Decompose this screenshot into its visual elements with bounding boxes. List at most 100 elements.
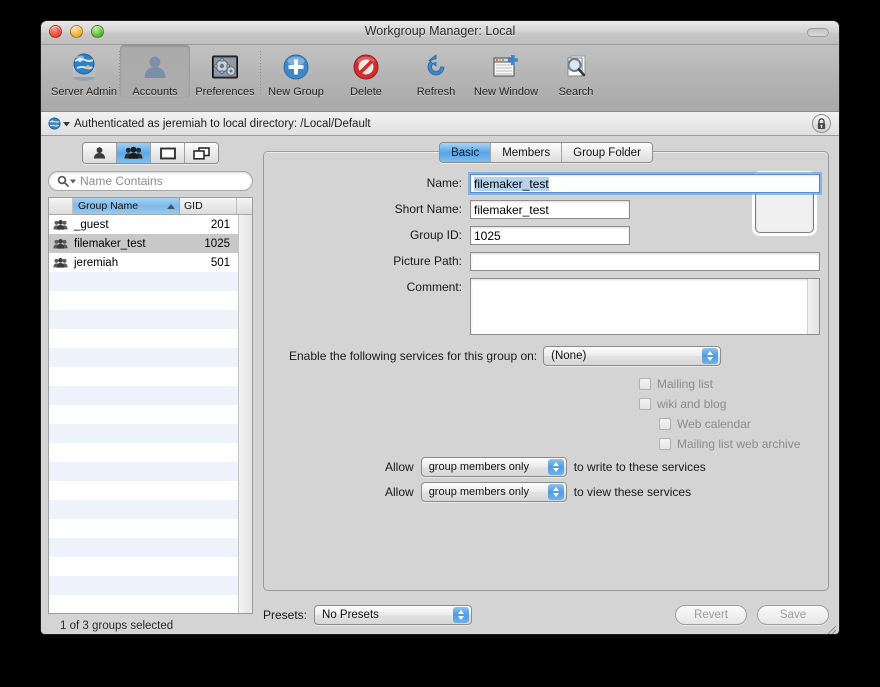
group-gid-cell: 1025	[204, 237, 230, 250]
detail-pane: Basic Members Group Folder Name: filemak…	[259, 136, 839, 635]
checkbox-row-wiki-and-blog[interactable]: wiki and blog	[639, 394, 828, 414]
group-list-body: _guest 201 filemaker_test 1025 jeremiah …	[49, 215, 252, 613]
table-row[interactable]: _guest 201	[49, 215, 252, 234]
toolbar: Server Admin Accounts Preferences New Gr…	[41, 45, 839, 112]
checkbox-row-web-calendar[interactable]: Web calendar	[639, 414, 828, 434]
title-bar[interactable]: Workgroup Manager: Local	[41, 21, 839, 45]
mailing-list-checkbox[interactable]	[639, 378, 651, 390]
group-row-icon	[49, 257, 72, 269]
globe-icon[interactable]	[48, 117, 61, 130]
header-pad-column	[237, 198, 252, 214]
groups-icon	[53, 238, 68, 249]
short-name-input[interactable]: filemaker_test	[470, 200, 630, 219]
empty-row	[49, 538, 252, 557]
selection-status-text: 1 of 3 groups selected	[60, 620, 174, 632]
empty-row	[49, 329, 252, 348]
tab-group[interactable]: Basic Members Group Folder	[439, 142, 653, 163]
allow-view-suffix: to view these services	[573, 484, 692, 499]
resize-grip[interactable]	[824, 623, 837, 635]
toolbar-item-refresh[interactable]: Refresh	[401, 45, 471, 98]
user-silhouette-icon	[140, 50, 170, 84]
user-icon	[93, 147, 106, 159]
empty-row	[49, 500, 252, 519]
segment-users[interactable]	[83, 143, 117, 163]
status-bar: 1 of 3 groups selected	[48, 614, 253, 634]
toolbar-item-new-window[interactable]: New Window	[471, 45, 541, 98]
allow-view-popup[interactable]: group members only	[420, 481, 567, 502]
checkbox-row-mailing-list[interactable]: Mailing list	[639, 374, 828, 394]
group-list-header: Group Name GID	[49, 198, 252, 215]
group-name-cell: jeremiah	[74, 256, 119, 269]
segment-computers[interactable]	[151, 143, 185, 163]
comment-label: Comment:	[406, 280, 462, 294]
popup-arrows-icon	[547, 458, 564, 475]
group-id-value: 1025	[474, 229, 501, 243]
toolbar-item-search[interactable]: Search	[541, 45, 611, 98]
screen: Workgroup Manager: Local Server Admin Ac…	[0, 0, 880, 687]
segment-computer-groups[interactable]	[185, 143, 218, 163]
presets-value: No Presets	[322, 609, 379, 621]
refresh-arrow-icon	[421, 50, 451, 84]
computer-group-icon	[193, 146, 210, 160]
empty-row	[49, 557, 252, 576]
name-label: Name:	[426, 176, 462, 190]
toolbar-toggle-button[interactable]	[807, 28, 829, 37]
table-row[interactable]: filemaker_test 1025	[49, 234, 252, 253]
tab-label: Basic	[451, 146, 480, 159]
account-type-segmented-control[interactable]	[82, 142, 219, 164]
toolbar-item-server-admin[interactable]: Server Admin	[49, 45, 119, 98]
group-row-icon	[49, 219, 72, 231]
toolbar-item-delete[interactable]: Delete	[331, 45, 401, 98]
table-row[interactable]: jeremiah 501	[49, 253, 252, 272]
toolbar-item-accounts[interactable]: Accounts	[120, 45, 190, 98]
basic-panel: Name: filemaker_test Short Name: filemak…	[263, 151, 829, 591]
toolbar-item-preferences[interactable]: Preferences	[190, 45, 260, 98]
web-calendar-checkbox[interactable]	[659, 418, 671, 430]
column-header-label: GID	[184, 200, 203, 212]
picture-path-input[interactable]	[470, 252, 820, 271]
comment-scrollbar[interactable]	[807, 279, 819, 334]
empty-row	[49, 405, 252, 424]
save-button[interactable]: Save	[757, 605, 829, 625]
save-label: Save	[779, 609, 807, 621]
allow-write-popup[interactable]: group members only	[420, 456, 567, 477]
tab-basic[interactable]: Basic	[440, 143, 492, 162]
revert-button[interactable]: Revert	[675, 605, 747, 625]
comment-textarea[interactable]	[470, 278, 820, 335]
wiki-and-blog-checkbox[interactable]	[639, 398, 651, 410]
search-icon[interactable]	[57, 175, 69, 187]
services-server-popup[interactable]: (None)	[543, 346, 722, 366]
empty-row	[49, 386, 252, 405]
search-menu-chevron-icon[interactable]	[70, 179, 76, 184]
mailing-list-web-archive-checkbox[interactable]	[659, 438, 671, 450]
presets-label: Presets:	[263, 608, 308, 622]
tab-group-folder[interactable]: Group Folder	[562, 143, 652, 162]
allow-view-prefix: Allow	[385, 484, 414, 499]
group-gid-cell: 501	[210, 256, 230, 269]
services-enable-row: Enable the following services for this g…	[264, 346, 828, 366]
column-header-group-name[interactable]: Group Name	[73, 198, 180, 214]
tab-bar: Basic Members Group Folder	[263, 142, 829, 163]
lock-closed-icon[interactable]	[812, 114, 831, 133]
group-list-scrollbar[interactable]	[238, 215, 252, 613]
allow-write-row: Allow group members only to write to the…	[264, 454, 828, 479]
empty-row	[49, 424, 252, 443]
name-input[interactable]: filemaker_test	[470, 174, 820, 193]
toolbar-item-new-group[interactable]: New Group	[261, 45, 331, 98]
window-body: Name Contains Group Name GID _guest 201 …	[41, 136, 839, 635]
group-id-input[interactable]: 1025	[470, 226, 630, 245]
group-gid-cell: 201	[210, 218, 230, 231]
tab-label: Members	[502, 146, 551, 159]
segment-groups[interactable]	[117, 143, 151, 163]
empty-row	[49, 348, 252, 367]
group-list: Group Name GID _guest 201 filemaker_test…	[48, 197, 253, 614]
column-header-gid[interactable]: GID	[180, 198, 237, 214]
tab-members[interactable]: Members	[491, 143, 563, 162]
chevron-down-icon[interactable]	[63, 121, 70, 127]
allow-view-row: Allow group members only to view these s…	[264, 479, 828, 504]
search-input[interactable]: Name Contains	[48, 171, 253, 191]
checkbox-row-mailing-list-web-archive[interactable]: Mailing list web archive	[639, 434, 828, 454]
header-icon-column	[49, 198, 73, 214]
presets-popup[interactable]: No Presets	[314, 605, 473, 625]
sidebar: Name Contains Group Name GID _guest 201 …	[41, 136, 259, 634]
